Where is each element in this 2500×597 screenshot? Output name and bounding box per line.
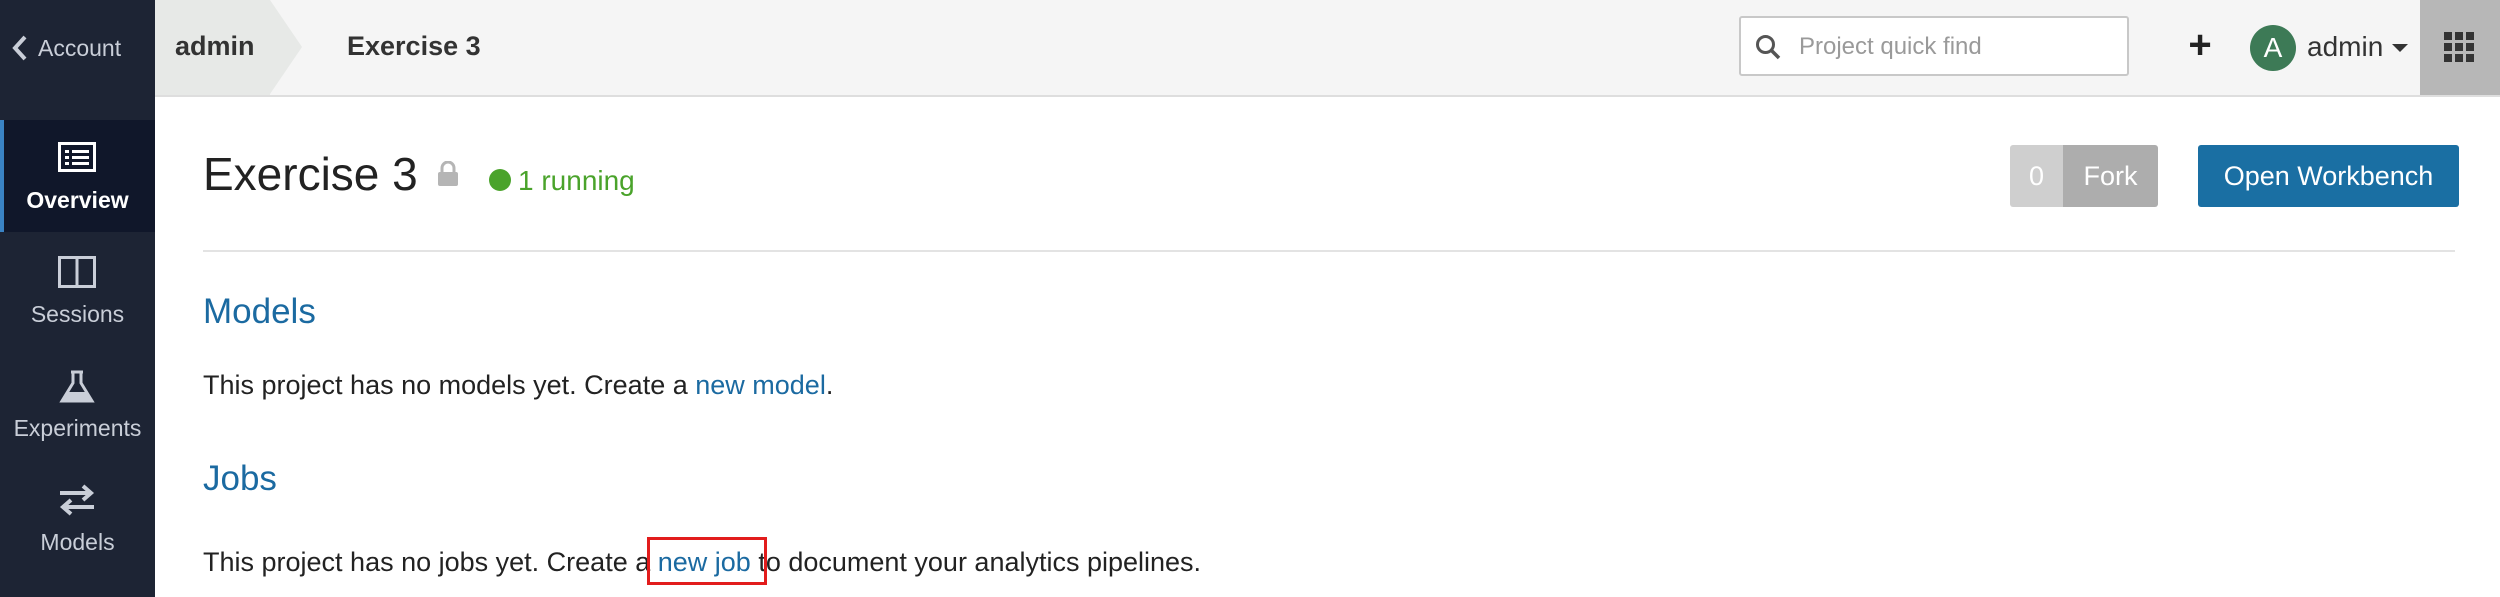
add-button[interactable]: + xyxy=(2175,20,2225,70)
models-heading: Models xyxy=(203,292,316,331)
top-bar: admin Exercise 3 + A admin xyxy=(155,0,2500,97)
account-link[interactable]: Account xyxy=(0,0,155,100)
user-menu-label[interactable]: admin xyxy=(2307,31,2383,63)
breadcrumb-owner[interactable]: admin xyxy=(155,0,270,95)
sessions-icon xyxy=(58,256,96,288)
models-empty-message: This project has no models yet. Create a… xyxy=(203,370,833,401)
sidebar: Account Overview Sessions Experiments Mo… xyxy=(0,0,155,597)
sidebar-item-label: Sessions xyxy=(30,301,125,327)
running-status-dot xyxy=(489,169,511,191)
jobs-heading: Jobs xyxy=(203,459,277,498)
experiments-icon xyxy=(59,370,95,403)
sidebar-item-experiments[interactable]: Experiments xyxy=(0,348,155,460)
running-status: 1 running xyxy=(518,165,635,196)
jobs-text-after: to document your analytics pipelines. xyxy=(750,547,1202,577)
sidebar-item-label: Overview xyxy=(26,187,129,213)
divider xyxy=(203,250,2455,252)
project-overview: Exercise 3 1 running 0 Fork Open Workben… xyxy=(155,97,2500,597)
open-workbench-button[interactable]: Open Workbench xyxy=(2198,145,2459,207)
breadcrumb-owner-label: admin xyxy=(175,31,255,61)
jobs-text-before: This project has no jobs yet. Create a xyxy=(203,547,658,577)
apps-button[interactable] xyxy=(2420,0,2500,95)
grid-icon xyxy=(2444,32,2474,62)
avatar[interactable]: A xyxy=(2250,25,2296,71)
project-search xyxy=(1739,16,2129,76)
lock-icon xyxy=(438,161,458,186)
breadcrumb-project[interactable]: Exercise 3 xyxy=(347,31,481,62)
overview-icon xyxy=(58,142,96,172)
fork-count: 0 xyxy=(2010,145,2063,207)
search-input[interactable] xyxy=(1797,26,2121,68)
chevron-left-icon xyxy=(12,35,27,61)
page-title: Exercise 3 xyxy=(203,148,418,200)
highlight-box xyxy=(647,537,767,585)
models-text-after: . xyxy=(825,370,834,400)
sidebar-item-label: Models xyxy=(40,529,115,555)
fork-button[interactable]: Fork xyxy=(2063,145,2158,207)
caret-down-icon[interactable] xyxy=(2392,44,2408,52)
sidebar-item-label: Experiments xyxy=(13,415,142,441)
search-icon xyxy=(1756,35,1781,60)
sidebar-item-overview[interactable]: Overview xyxy=(0,120,155,232)
breadcrumb-separator xyxy=(270,0,302,94)
sidebar-item-models[interactable]: Models xyxy=(0,462,155,574)
models-icon xyxy=(59,484,95,516)
account-label: Account xyxy=(38,35,122,61)
models-text-before: This project has no models yet. Create a xyxy=(203,370,696,400)
new-model-link[interactable]: new model xyxy=(695,370,826,400)
sidebar-item-sessions[interactable]: Sessions xyxy=(0,234,155,346)
